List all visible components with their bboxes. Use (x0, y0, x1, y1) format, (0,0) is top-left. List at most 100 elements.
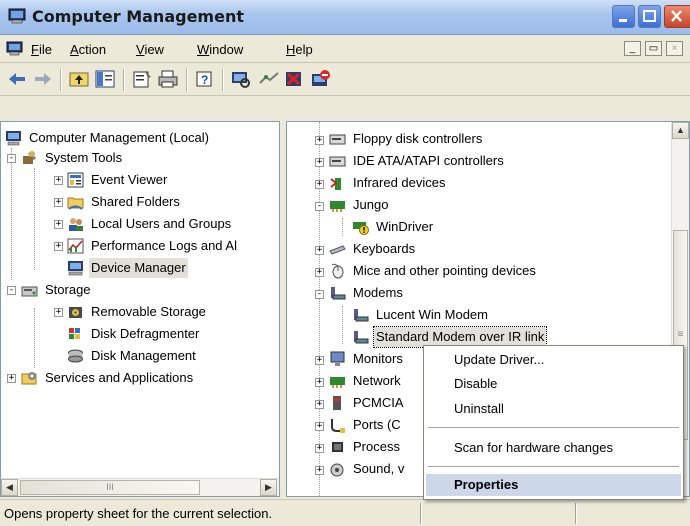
device-label: Ports (C (353, 417, 401, 432)
menu-separator (428, 466, 679, 467)
menu-help[interactable]: Help (286, 42, 313, 57)
users-icon (69, 218, 83, 231)
properties-icon[interactable] (131, 69, 153, 89)
menu-item-disable[interactable]: Disable (426, 373, 681, 395)
menu-window[interactable]: Window (197, 42, 243, 57)
tree-label: Device Manager (89, 258, 188, 278)
device-label: Keyboards (353, 241, 416, 256)
device-label: Lucent Win Modem (376, 307, 488, 322)
modem-icon (354, 331, 369, 344)
device-label: Mice and other pointing devices (353, 263, 536, 278)
collapse-toggle[interactable]: - (7, 286, 16, 295)
device-context-menu: Update Driver... Disable Uninstall Scan … (423, 345, 684, 500)
scan-hardware-icon[interactable] (230, 69, 252, 89)
device-label: PCMCIA (353, 395, 404, 410)
expand-toggle[interactable]: + (7, 374, 16, 383)
mdi-restore-button[interactable]: ▭ (645, 41, 662, 56)
forward-arrow-icon[interactable] (32, 69, 54, 89)
up-one-level-icon[interactable] (68, 69, 90, 89)
device-label: Standard Modem over IR link (372, 326, 548, 348)
scroll-up-button[interactable]: ▲ (672, 122, 689, 139)
computer-icon (6, 131, 21, 146)
close-icon (671, 10, 682, 22)
scroll-left-button[interactable]: ◀ (1, 479, 18, 496)
collapse-toggle[interactable]: - (315, 202, 324, 211)
menu-item-properties[interactable]: Properties (426, 474, 681, 496)
expand-toggle[interactable]: + (315, 246, 324, 255)
update-driver-icon[interactable] (258, 69, 280, 89)
system-menu-icon[interactable] (6, 41, 23, 56)
status-text: Opens property sheet for the current sel… (4, 506, 273, 521)
jungo-icon (330, 201, 345, 212)
expand-toggle[interactable]: + (315, 158, 324, 167)
title-bar[interactable]: Computer Management (0, 0, 690, 35)
storage-icon (21, 286, 38, 297)
device-label: Floppy disk controllers (353, 131, 483, 146)
menu-separator (428, 427, 679, 428)
maximize-button[interactable] (638, 5, 661, 28)
menu-item-scan-hardware[interactable]: Scan for hardware changes (426, 437, 681, 459)
tree-label: Disk Management (91, 348, 196, 363)
expand-toggle[interactable]: + (315, 356, 324, 365)
show-hide-tree-icon[interactable] (94, 69, 116, 89)
scroll-right-button[interactable]: ▶ (260, 479, 277, 496)
mouse-icon (331, 263, 344, 279)
device-label: IDE ATA/ATAPI controllers (353, 153, 504, 168)
tree-label: Disk Defragmenter (91, 326, 200, 341)
svg-text:?: ? (201, 73, 208, 87)
collapse-toggle[interactable]: - (315, 290, 324, 299)
expand-toggle[interactable]: + (54, 176, 63, 185)
uninstall-icon[interactable] (283, 69, 305, 89)
device-label: Sound, v (353, 461, 405, 476)
infrared-icon (330, 178, 341, 190)
expand-toggle[interactable]: + (315, 444, 324, 453)
warning-device-icon (353, 222, 369, 235)
help-icon[interactable]: ? (194, 69, 216, 89)
computer-management-window: Computer Management File Action View Win… (0, 0, 690, 526)
expand-toggle[interactable]: + (315, 422, 324, 431)
console-tree-pane[interactable]: Computer Management (Local) - System Too… (0, 121, 280, 497)
expand-toggle[interactable]: + (315, 268, 324, 277)
expand-toggle[interactable]: + (315, 378, 324, 387)
expand-toggle[interactable]: + (54, 198, 63, 207)
minimize-button[interactable] (612, 5, 635, 28)
expand-toggle[interactable]: + (54, 220, 63, 229)
menu-bar: File Action View Window Help _ ▭ × (0, 35, 690, 63)
expand-toggle[interactable]: + (315, 136, 324, 145)
menu-action[interactable]: Action (70, 42, 106, 57)
keyboard-icon (329, 245, 346, 255)
collapse-toggle[interactable]: - (7, 154, 16, 163)
menu-item-update-driver[interactable]: Update Driver... (426, 349, 681, 371)
device-label: Infrared devices (353, 175, 446, 190)
toolbar: ? (0, 63, 690, 96)
scroll-thumb[interactable]: III (20, 480, 200, 495)
floppy-controller-icon (329, 134, 346, 145)
expand-toggle[interactable]: + (315, 466, 324, 475)
expand-toggle[interactable]: + (54, 308, 63, 317)
expand-toggle[interactable]: + (315, 400, 324, 409)
expand-toggle[interactable]: + (54, 242, 63, 251)
tools-icon (23, 151, 36, 164)
mdi-minimize-button[interactable]: _ (624, 41, 641, 56)
back-arrow-icon[interactable] (6, 69, 28, 89)
tree-label: Performance Logs and Al (91, 238, 237, 253)
menu-item-uninstall[interactable]: Uninstall (426, 398, 681, 420)
device-manager-icon (68, 261, 83, 276)
expand-toggle[interactable]: + (315, 180, 324, 189)
left-horizontal-scrollbar[interactable]: ◀ III ▶ (1, 478, 279, 496)
performance-icon (67, 238, 84, 254)
removable-storage-icon (69, 307, 82, 318)
menu-view[interactable]: View (136, 42, 164, 57)
processor-icon (332, 442, 343, 452)
device-label: Network (353, 373, 401, 388)
print-icon[interactable] (157, 69, 179, 89)
status-bar: Opens property sheet for the current sel… (0, 499, 690, 526)
device-label: WinDriver (376, 219, 434, 234)
ide-controller-icon (329, 156, 346, 167)
menu-file[interactable]: File (31, 42, 52, 57)
disable-device-icon[interactable] (309, 69, 331, 89)
pcmcia-icon (333, 396, 341, 410)
mdi-close-button[interactable]: × (666, 41, 683, 56)
close-window-button[interactable] (664, 5, 690, 28)
tree-label: Storage (45, 282, 91, 297)
